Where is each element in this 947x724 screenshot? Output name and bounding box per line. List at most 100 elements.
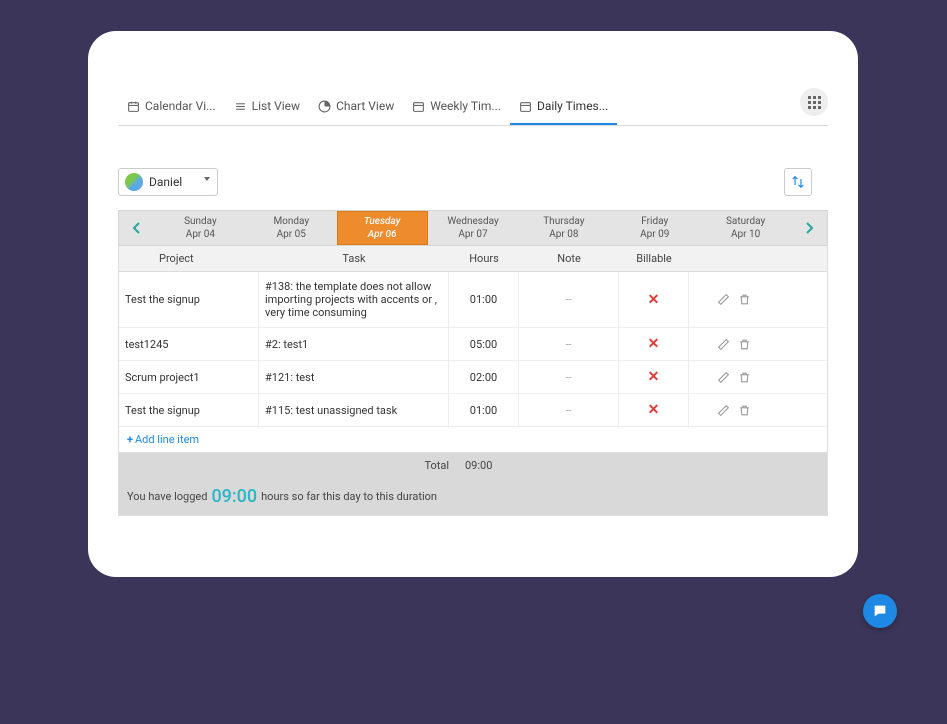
day-date: Apr 07	[428, 228, 519, 241]
tab-weekly-timesheet[interactable]: Weekly Tim...	[403, 91, 510, 125]
table-row: Scrum project1#121: test02:00--✕	[119, 361, 827, 394]
day-cell[interactable]: SundayApr 04	[155, 211, 246, 245]
day-date: Apr 10	[700, 228, 791, 241]
cell-note: --	[519, 328, 619, 360]
chevron-right-icon	[804, 222, 814, 234]
view-tabs: Calendar Vi... List View Chart View Week…	[118, 91, 828, 126]
cell-task: #138: the template does not allow import…	[259, 272, 449, 327]
edit-icon[interactable]	[717, 404, 730, 417]
cell-actions	[689, 328, 779, 360]
chat-fab[interactable]	[863, 594, 897, 628]
day-date: Apr 06	[337, 228, 428, 241]
calendar-icon	[412, 100, 425, 113]
chevron-left-icon	[132, 222, 142, 234]
plus-icon: +	[127, 433, 133, 446]
timesheet-table: Project Task Hours Note Billable Test th…	[118, 246, 828, 516]
day-date: Apr 05	[246, 228, 337, 241]
tab-label: Daily Times...	[537, 99, 608, 113]
day-weekday: Thursday	[518, 215, 609, 228]
cell-actions	[689, 361, 779, 393]
cell-task: #2: test1	[259, 328, 449, 360]
day-cell[interactable]: MondayApr 05	[246, 211, 337, 245]
cell-project: Test the signup	[119, 272, 259, 327]
delete-icon[interactable]	[738, 404, 751, 417]
logged-suffix: hours so far this day to this duration	[261, 490, 437, 503]
cell-hours: 05:00	[449, 328, 519, 360]
total-label: Total	[267, 459, 457, 472]
tab-label: Weekly Tim...	[430, 99, 501, 113]
day-cell[interactable]: ThursdayApr 08	[518, 211, 609, 245]
cell-billable[interactable]: ✕	[619, 272, 689, 327]
tab-chart-view[interactable]: Chart View	[309, 91, 403, 125]
calendar-icon	[519, 100, 532, 113]
total-row: Total 09:00	[119, 453, 827, 478]
x-icon: ✕	[648, 369, 660, 385]
cell-hours: 01:00	[449, 394, 519, 426]
cell-actions	[689, 394, 779, 426]
prev-week-button[interactable]	[119, 211, 155, 245]
edit-icon[interactable]	[717, 293, 730, 306]
day-cell[interactable]: SaturdayApr 10	[700, 211, 791, 245]
table-row: Test the signup#138: the template does n…	[119, 272, 827, 328]
filter-row: Daniel	[118, 168, 828, 196]
x-icon: ✕	[648, 292, 660, 308]
tab-calendar-view[interactable]: Calendar Vi...	[118, 91, 225, 125]
tab-label: List View	[252, 99, 300, 113]
edit-icon[interactable]	[717, 371, 730, 384]
day-date: Apr 09	[609, 228, 700, 241]
user-select[interactable]: Daniel	[118, 168, 218, 196]
cell-project: Test the signup	[119, 394, 259, 426]
day-weekday: Saturday	[700, 215, 791, 228]
add-line-item-button[interactable]: +Add line item	[119, 427, 827, 453]
tab-list-view[interactable]: List View	[225, 91, 309, 125]
tab-label: Calendar Vi...	[145, 99, 216, 113]
cell-note: --	[519, 394, 619, 426]
calendar-icon	[127, 100, 140, 113]
cell-task: #121: test	[259, 361, 449, 393]
logged-summary: You have logged 09:00 hours so far this …	[119, 478, 827, 515]
cell-actions	[689, 272, 779, 327]
delete-icon[interactable]	[738, 338, 751, 351]
apps-grid-icon	[808, 96, 821, 109]
col-task: Task	[259, 246, 449, 271]
day-cell[interactable]: WednesdayApr 07	[428, 211, 519, 245]
sort-button[interactable]	[784, 168, 812, 196]
cell-hours: 01:00	[449, 272, 519, 327]
delete-icon[interactable]	[738, 293, 751, 306]
col-note: Note	[519, 246, 619, 271]
cell-billable[interactable]: ✕	[619, 328, 689, 360]
pie-chart-icon	[318, 100, 331, 113]
day-weekday: Tuesday	[337, 215, 428, 228]
day-cell[interactable]: TuesdayApr 06	[337, 211, 428, 245]
chat-icon	[872, 603, 888, 619]
table-header: Project Task Hours Note Billable	[119, 246, 827, 272]
x-icon: ✕	[648, 336, 660, 352]
day-date: Apr 04	[155, 228, 246, 241]
cell-hours: 02:00	[449, 361, 519, 393]
x-icon: ✕	[648, 402, 660, 418]
cell-task: #115: test unassigned task	[259, 394, 449, 426]
apps-menu-button[interactable]	[800, 88, 828, 116]
day-weekday: Sunday	[155, 215, 246, 228]
next-week-button[interactable]	[791, 211, 827, 245]
table-row: Test the signup#115: test unassigned tas…	[119, 394, 827, 427]
cell-billable[interactable]: ✕	[619, 361, 689, 393]
day-weekday: Wednesday	[428, 215, 519, 228]
total-value: 09:00	[457, 459, 527, 472]
cell-note: --	[519, 361, 619, 393]
day-date: Apr 08	[518, 228, 609, 241]
cell-project: test1245	[119, 328, 259, 360]
col-billable: Billable	[619, 246, 689, 271]
tab-daily-timesheet[interactable]: Daily Times...	[510, 91, 617, 125]
delete-icon[interactable]	[738, 371, 751, 384]
tab-label: Chart View	[336, 99, 394, 113]
edit-icon[interactable]	[717, 338, 730, 351]
logged-value: 09:00	[211, 486, 257, 507]
add-line-label: Add line item	[135, 433, 199, 446]
day-weekday: Friday	[609, 215, 700, 228]
avatar	[125, 173, 143, 191]
day-strip: SundayApr 04MondayApr 05TuesdayApr 06Wed…	[118, 210, 828, 246]
day-cell[interactable]: FridayApr 09	[609, 211, 700, 245]
cell-billable[interactable]: ✕	[619, 394, 689, 426]
col-actions	[689, 246, 779, 271]
